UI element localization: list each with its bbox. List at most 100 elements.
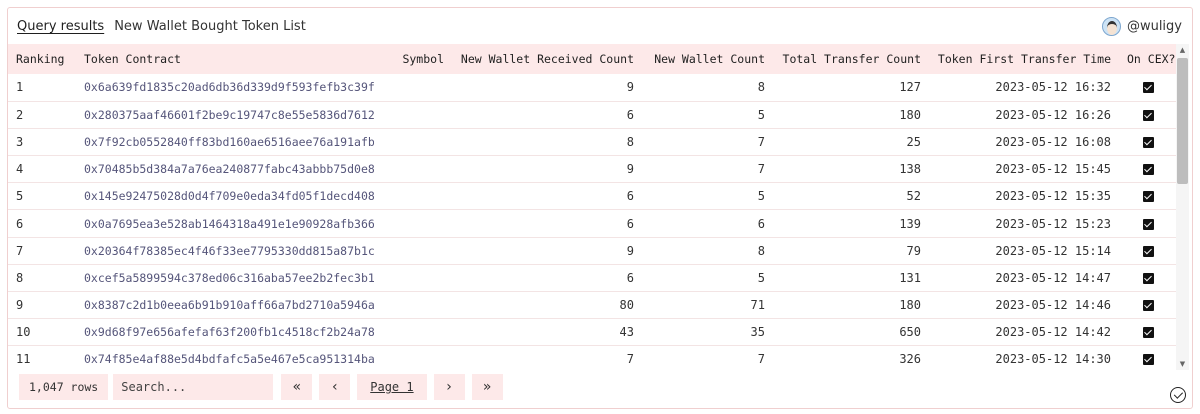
column-header-ranking[interactable]: Ranking [8, 44, 76, 74]
cell-new-wallet-received-count: 9 [626, 162, 634, 177]
cell-token-contract[interactable]: 0x74f85e4af88e5d4bdfafc5a5e467e5ca951314… [76, 346, 374, 370]
cell-on-cex [1119, 319, 1178, 346]
checkbox-checked-icon [1143, 109, 1154, 121]
cell-token-first-transfer-time: 2023-05-12 15:23 [995, 216, 1111, 231]
cell-token-contract[interactable]: 0x20364f78385ec4f46f33ee7795330dd815a87b… [76, 237, 374, 264]
tab-query-results[interactable]: Query results [17, 19, 104, 34]
column-header-total-transfer-count[interactable]: Total Transfer Count [773, 44, 929, 74]
rows-count-badge: 1,047 rows [19, 374, 109, 400]
cell-ranking: 4 [16, 162, 24, 177]
cell-total-transfer-count: 180 [899, 107, 921, 122]
checkbox-checked-icon [1143, 272, 1154, 284]
cell-symbol [374, 101, 452, 128]
scroll-up-arrow-icon[interactable]: ▲ [1176, 44, 1189, 56]
cell-token-first-transfer-time: 2023-05-12 15:35 [995, 189, 1111, 204]
cell-new-wallet-received-count: 8 [626, 134, 634, 149]
column-header-new-wallet-received-count[interactable]: New Wallet Received Count [452, 44, 642, 74]
checkbox-checked-icon [1143, 300, 1154, 312]
cell-symbol [374, 156, 452, 183]
cell-total-transfer-count: 127 [899, 80, 921, 95]
cell-on-cex [1119, 156, 1178, 183]
cell-total-transfer-count: 650 [899, 325, 921, 340]
cell-ranking: 10 [16, 325, 31, 340]
cell-on-cex [1119, 264, 1178, 291]
cell-new-wallet-received-count: 6 [626, 107, 634, 122]
table-row: 9 0x8387c2d1b0eea6b91b910aff66a7bd2710a59… [8, 292, 1178, 319]
cell-token-contract[interactable]: 0x0a7695ea3e528ab1464318a491e1e90928afb3… [76, 210, 374, 237]
cell-ranking: 7 [16, 243, 24, 258]
checkbox-checked-icon [1143, 136, 1154, 148]
cell-symbol [374, 183, 452, 210]
cell-token-first-transfer-time: 2023-05-12 14:47 [995, 270, 1111, 285]
cell-token-first-transfer-time: 2023-05-12 16:32 [995, 80, 1111, 95]
cell-new-wallet-count: 71 [750, 298, 765, 313]
column-header-new-wallet-count[interactable]: New Wallet Count [642, 44, 773, 74]
cell-symbol [374, 210, 452, 237]
cell-on-cex [1119, 237, 1178, 264]
cell-total-transfer-count: 131 [899, 270, 921, 285]
author-link[interactable]: @wuligy [1101, 16, 1182, 36]
cell-token-contract[interactable]: 0x70485b5d384a7a76ea240877fabc43abbb75d0… [76, 156, 374, 183]
cell-ranking: 11 [16, 352, 31, 367]
current-page-button[interactable]: Page 1 [357, 374, 427, 400]
cell-new-wallet-count: 8 [757, 80, 765, 95]
cell-new-wallet-count: 5 [757, 189, 765, 204]
cell-ranking: 1 [16, 80, 24, 95]
cell-token-contract[interactable]: 0x6a639fd1835c20ad6db36d339d9f593fefb3c3… [76, 74, 374, 101]
cell-token-contract[interactable]: 0x145e92475028d0d4f709e0eda34fd05f1decd4… [76, 183, 374, 210]
table-row: 8 0xcef5a5899594c378ed06c316aba57ee2b2fec… [8, 264, 1178, 292]
vertical-scrollbar[interactable]: ▲ ▼ [1176, 44, 1189, 370]
table-row: 6 0x0a7695ea3e528ab1464318a491e1e90928afb… [8, 210, 1178, 238]
results-table-container: Ranking Token Contract Symbol New Wallet… [8, 44, 1194, 370]
author-name: @wuligy [1126, 18, 1182, 34]
scrollbar-thumb[interactable] [1177, 58, 1188, 184]
last-page-button[interactable]: » [471, 374, 503, 400]
query-title: New Wallet Bought Token List [114, 18, 306, 34]
cell-on-cex [1119, 210, 1178, 237]
cell-new-wallet-received-count: 6 [626, 216, 634, 231]
cell-token-contract[interactable]: 0x7f92cb0552840ff83bd160ae6516aee76a191a… [76, 128, 374, 155]
cell-new-wallet-count: 8 [757, 243, 765, 258]
cell-token-contract[interactable]: 0xcef5a5899594c378ed06c316aba57ee2b2fec3… [76, 264, 374, 291]
table-header-row: Ranking Token Contract Symbol New Wallet… [8, 44, 1178, 74]
cell-new-wallet-received-count: 9 [626, 80, 634, 95]
previous-page-button[interactable]: ‹ [319, 374, 351, 400]
cell-token-contract[interactable]: 0x9d68f97e656afefaf63f200fb1c4518cf2b24a… [76, 319, 374, 346]
cell-on-cex [1119, 128, 1178, 155]
cell-new-wallet-received-count: 80 [619, 298, 634, 313]
cell-token-first-transfer-time: 2023-05-12 15:14 [995, 243, 1111, 258]
column-header-on-cex[interactable]: On CEX? [1119, 44, 1178, 74]
column-header-token-first-transfer-time[interactable]: Token First Transfer Time [929, 44, 1119, 74]
search-input[interactable] [113, 374, 274, 400]
checkbox-checked-icon [1143, 354, 1154, 366]
cell-new-wallet-received-count: 7 [626, 352, 634, 367]
first-page-button[interactable]: « [281, 374, 313, 400]
table-row: 10 0x9d68f97e656afefaf63f200fb1c4518cf2b2… [8, 319, 1178, 346]
chevron-right-icon: › [446, 379, 452, 395]
scroll-down-arrow-icon[interactable]: ▼ [1176, 358, 1189, 370]
cell-token-first-transfer-time: 2023-05-12 14:46 [995, 298, 1111, 313]
column-header-token-contract[interactable]: Token Contract [76, 44, 374, 74]
double-chevron-left-icon: « [292, 379, 302, 395]
double-chevron-right-icon: » [482, 379, 492, 395]
cell-total-transfer-count: 52 [906, 189, 921, 204]
cell-on-cex [1119, 74, 1178, 101]
cell-ranking: 6 [16, 216, 24, 231]
next-page-button[interactable]: › [433, 374, 465, 400]
table-body: 1 0x6a639fd1835c20ad6db36d339d9f593fefb3c… [8, 74, 1178, 370]
cell-symbol [374, 319, 452, 346]
cell-ranking: 3 [16, 134, 24, 149]
cell-total-transfer-count: 138 [899, 162, 921, 177]
query-results-panel: Query results New Wallet Bought Token Li… [7, 7, 1193, 409]
cell-token-contract[interactable]: 0x8387c2d1b0eea6b91b910aff66a7bd2710a594… [76, 292, 374, 319]
cell-symbol [374, 237, 452, 264]
cell-new-wallet-received-count: 9 [626, 243, 634, 258]
column-header-symbol[interactable]: Symbol [374, 44, 452, 74]
table-row: 2 0x280375aaf46601f2be9c19747c8e55e5836d7… [8, 101, 1178, 129]
cell-token-contract[interactable]: 0x280375aaf46601f2be9c19747c8e55e5836d76… [76, 101, 374, 128]
table-row: 5 0x145e92475028d0d4f709e0eda34fd05f1decd… [8, 183, 1178, 210]
cell-symbol [374, 74, 452, 101]
cell-total-transfer-count: 326 [899, 352, 921, 367]
cell-ranking: 8 [16, 270, 24, 285]
cell-symbol [374, 128, 452, 155]
